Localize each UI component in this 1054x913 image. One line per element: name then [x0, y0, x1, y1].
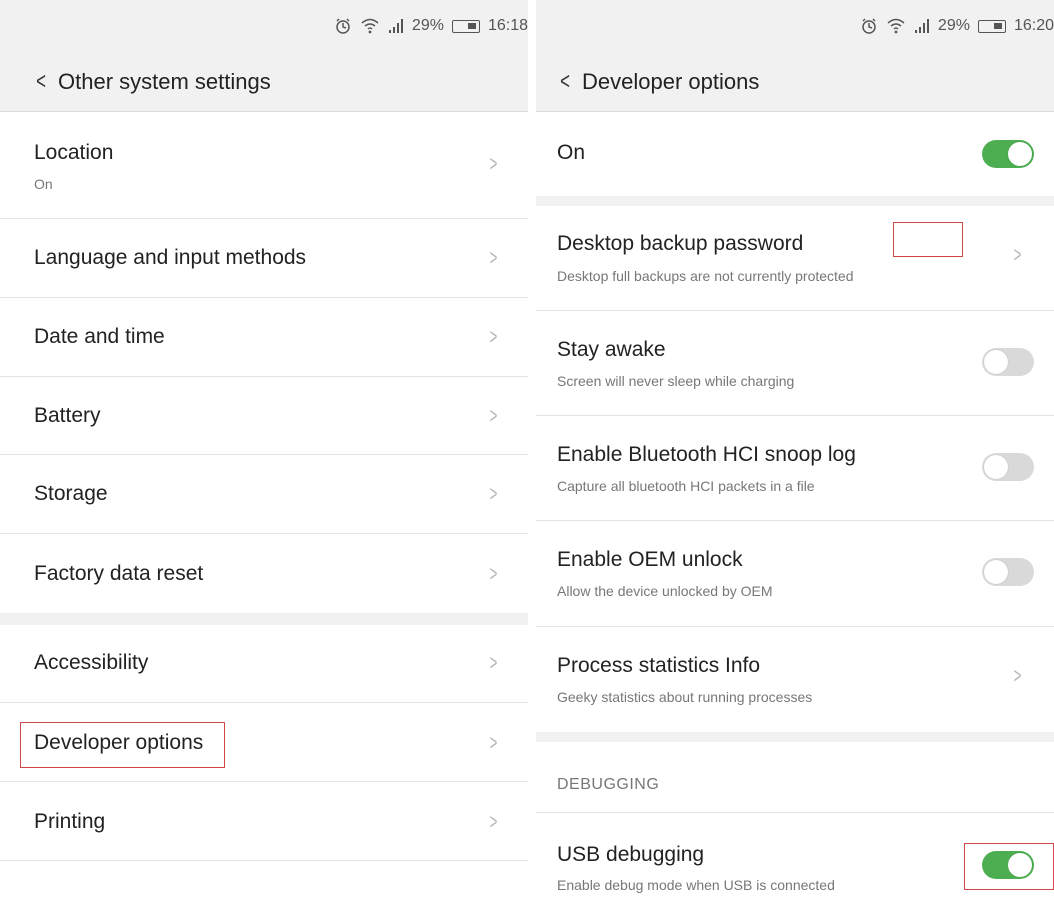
- list-item-sub: Screen will never sleep while charging: [557, 373, 795, 389]
- usb-debugging-toggle[interactable]: [982, 851, 1034, 879]
- page-title: Other system settings: [58, 68, 271, 94]
- chevron-right-icon: >: [1013, 242, 1022, 267]
- wifi-icon: [360, 17, 380, 35]
- page-title: Developer options: [582, 68, 760, 94]
- chevron-right-icon: >: [489, 324, 498, 349]
- back-chevron-icon[interactable]: <: [560, 68, 570, 96]
- list-item-accessibility[interactable]: Accessibility >: [0, 625, 528, 703]
- list-item-sub: Desktop full backups are not currently p…: [557, 268, 854, 284]
- master-switch-row[interactable]: On: [536, 113, 1054, 196]
- list-item-date-time[interactable]: Date and time >: [0, 298, 528, 377]
- list-item-label: Desktop backup password: [557, 232, 804, 255]
- list-item-label: Stay awake: [557, 338, 666, 361]
- chevron-right-icon: >: [489, 481, 498, 506]
- list-item-label: Enable Bluetooth HCI snoop log: [557, 443, 856, 466]
- master-toggle[interactable]: [982, 140, 1034, 168]
- chevron-right-icon: >: [489, 730, 498, 755]
- list-item-oem-unlock[interactable]: Enable OEM unlock Allow the device unloc…: [536, 521, 1054, 627]
- list-item-sub: Capture all bluetooth HCI packets in a f…: [557, 478, 815, 494]
- back-chevron-icon[interactable]: <: [36, 68, 46, 96]
- list-item-developer-options[interactable]: Developer options >: [0, 703, 528, 782]
- list-item-battery[interactable]: Battery >: [0, 377, 528, 455]
- list-item-label: Process statistics Info: [557, 654, 761, 677]
- alarm-icon: [860, 17, 878, 35]
- list-item-sub: Enable debug mode when USB is connected: [557, 877, 835, 893]
- list-item-label: Accessibility: [34, 651, 149, 674]
- list-item-bluetooth-hci-log[interactable]: Enable Bluetooth HCI snoop log Capture a…: [536, 416, 1054, 521]
- page-header: < Developer options: [536, 52, 1054, 112]
- list-item-label: Language and input methods: [34, 246, 307, 269]
- section-header-debugging: DEBUGGING: [557, 776, 660, 793]
- chevron-right-icon: >: [1013, 663, 1022, 688]
- clock: 16:18: [487, 17, 528, 34]
- list-item-label: Battery: [34, 404, 101, 427]
- list-item-label: Printing: [34, 810, 106, 833]
- oem-unlock-toggle[interactable]: [982, 558, 1034, 586]
- divider: [528, 0, 536, 913]
- chevron-right-icon: >: [489, 151, 498, 176]
- battery-percent: 29%: [937, 17, 970, 34]
- list-item-label: Location: [34, 141, 114, 164]
- chevron-right-icon: >: [489, 650, 498, 675]
- page-header: < Other system settings: [0, 52, 528, 112]
- chevron-right-icon: >: [489, 561, 498, 586]
- group-separator: [0, 613, 528, 625]
- status-bar: 29% 16:18: [0, 0, 528, 52]
- list-item-label: Enable OEM unlock: [557, 548, 743, 571]
- signal-icon: [914, 18, 930, 34]
- chevron-right-icon: >: [489, 809, 498, 834]
- stay-awake-toggle[interactable]: [982, 348, 1034, 376]
- group-separator: [536, 732, 1054, 742]
- left-screen: 29% 16:18 < Other system settings Locati…: [0, 0, 528, 913]
- list-item-desktop-backup-password[interactable]: Desktop backup password Desktop full bac…: [536, 206, 1054, 311]
- alarm-icon: [334, 17, 352, 35]
- list-item-label: Date and time: [34, 325, 165, 348]
- group-separator: [536, 196, 1054, 206]
- list-item-storage[interactable]: Storage >: [0, 455, 528, 534]
- list-item-label: USB debugging: [557, 843, 705, 866]
- list-item-sub: On: [34, 176, 53, 192]
- clock: 16:20: [1013, 17, 1054, 34]
- list-item-factory-reset[interactable]: Factory data reset >: [0, 534, 528, 613]
- chevron-right-icon: >: [489, 403, 498, 428]
- battery-percent: 29%: [411, 17, 444, 34]
- battery-icon: [977, 19, 1006, 33]
- signal-icon: [388, 18, 404, 34]
- bluetooth-hci-toggle[interactable]: [982, 453, 1034, 481]
- section-header-row: DEBUGGING: [536, 742, 1054, 813]
- wifi-icon: [886, 17, 906, 35]
- battery-icon: [451, 19, 480, 33]
- list-item-language[interactable]: Language and input methods >: [0, 219, 528, 298]
- master-switch-label: On: [557, 141, 586, 164]
- list-item-sub: Allow the device unlocked by OEM: [557, 583, 773, 599]
- list-item-stay-awake[interactable]: Stay awake Screen will never sleep while…: [536, 311, 1054, 416]
- list-item-label: Factory data reset: [34, 562, 204, 585]
- list-item-usb-debugging[interactable]: USB debugging Enable debug mode when USB…: [536, 813, 1054, 913]
- list-item-label: Storage: [34, 482, 108, 505]
- list-item-location[interactable]: Location On >: [0, 113, 528, 219]
- list-item-printing[interactable]: Printing >: [0, 782, 528, 861]
- list-item-label: Developer options: [34, 731, 204, 754]
- right-screen: 29% 16:20 < Developer options On Desktop…: [536, 0, 1054, 913]
- list-item-sub: Geeky statistics about running processes: [557, 689, 813, 705]
- status-bar: 29% 16:20: [536, 0, 1054, 52]
- chevron-right-icon: >: [489, 245, 498, 270]
- list-item-process-stats[interactable]: Process statistics Info Geeky statistics…: [536, 627, 1054, 732]
